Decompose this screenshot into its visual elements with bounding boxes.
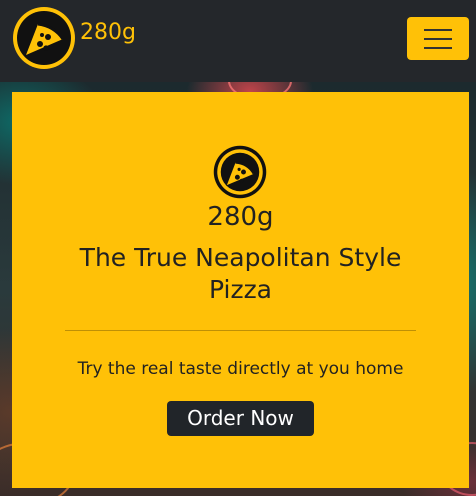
hero-title: The True Neapolitan Style Pizza: [79, 243, 402, 304]
pizza-slice-icon: [213, 145, 267, 199]
divider: [65, 330, 416, 331]
pizza-slice-icon: [13, 7, 75, 69]
order-now-button[interactable]: Order Now: [167, 401, 314, 436]
brand-name: 280g: [80, 20, 136, 45]
navbar-toggler-button[interactable]: [407, 17, 469, 60]
hero-brand-name: 280g: [207, 202, 274, 232]
hamburger-menu-icon: [424, 28, 452, 49]
brand-link[interactable]: 280g: [12, 6, 136, 70]
hero-card: 280g The True Neapolitan Style Pizza Try…: [12, 92, 469, 488]
hero-subtitle: Try the real taste directly at you home: [77, 359, 404, 379]
navbar: 280g: [0, 0, 476, 82]
